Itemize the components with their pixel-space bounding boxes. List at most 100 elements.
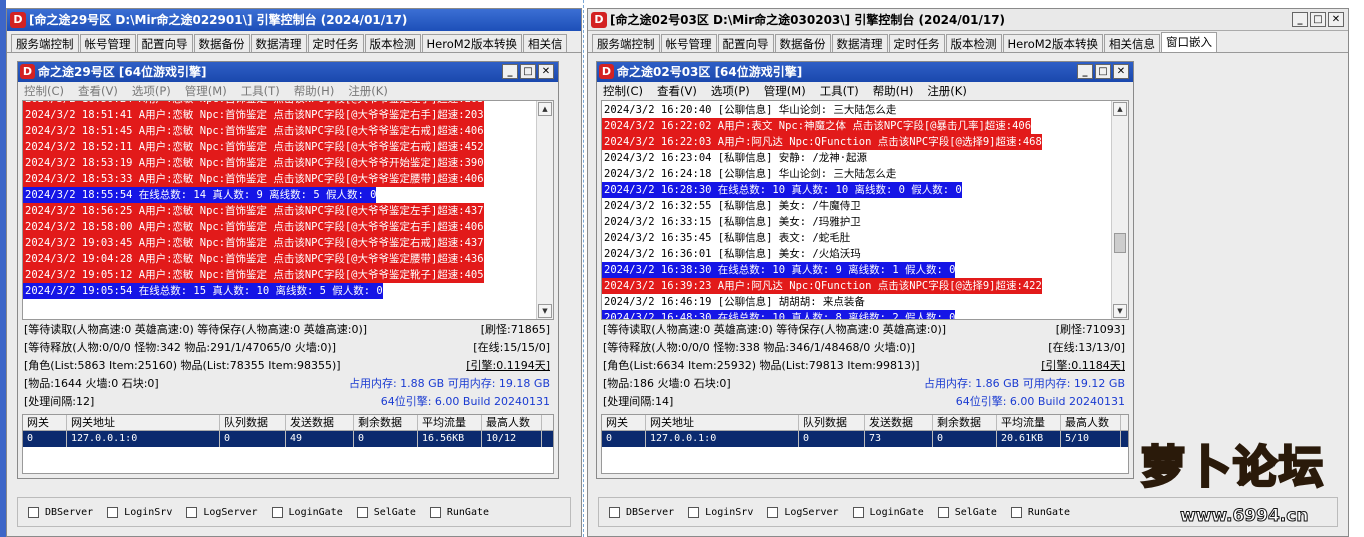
col-avg-traffic[interactable]: 平均流量: [997, 415, 1061, 430]
checkbox-icon[interactable]: [28, 506, 39, 518]
menu-manage[interactable]: 管理(M): [764, 82, 806, 100]
checkbox-icon[interactable]: [852, 506, 864, 518]
menu-tools[interactable]: 工具(T): [820, 82, 859, 100]
checkbox-icon[interactable]: [271, 506, 283, 518]
close-button[interactable]: ✕: [1328, 12, 1344, 27]
cell-gateway: 0: [23, 431, 67, 447]
scroll-thumb[interactable]: [1114, 233, 1126, 253]
check-selgate[interactable]: SelGate: [356, 506, 416, 518]
stat-monster-refresh: [刷怪:71865]: [480, 323, 550, 336]
tab-config-wizard[interactable]: 配置向导: [136, 34, 193, 52]
tab-cleanup[interactable]: 数据清理: [831, 34, 888, 52]
menu-register[interactable]: 注册(K): [927, 82, 967, 100]
log-scrollbar[interactable]: ▲ ▼: [1111, 101, 1128, 319]
check-rungate[interactable]: RunGate: [1010, 506, 1070, 518]
log-panel[interactable]: 2024/3/2 16:20:40 [公聊信息] 华山论剑: 三大陆怎么走 202…: [601, 100, 1129, 320]
tab-herom2-convert[interactable]: HeroM2版本转换: [421, 34, 522, 52]
tab-version-check[interactable]: 版本检测: [364, 34, 421, 52]
scroll-up-icon[interactable]: ▲: [1113, 102, 1127, 116]
checkbox-icon[interactable]: [767, 506, 779, 518]
tab-version-check[interactable]: 版本检测: [945, 34, 1002, 52]
check-dbserver[interactable]: DBServer: [609, 506, 674, 518]
menu-manage[interactable]: 管理(M): [185, 82, 227, 100]
minimize-button[interactable]: _: [1292, 12, 1308, 27]
checkbox-icon[interactable]: [937, 506, 949, 518]
tab-related-info[interactable]: 相关信息: [1103, 34, 1160, 52]
col-gateway-address[interactable]: 网关地址: [646, 415, 799, 430]
close-button[interactable]: ✕: [538, 64, 554, 79]
menu-register[interactable]: 注册(K): [348, 82, 388, 100]
table-row[interactable]: 0 127.0.0.1:0 0 73 0 20.61KB 5/10: [602, 431, 1128, 447]
minimize-button[interactable]: _: [502, 64, 518, 79]
log-panel[interactable]: 2024/3/2 18:50:24 A用户:恋敏 Npc:首饰鉴定 点击该NPC…: [22, 100, 554, 320]
scroll-up-icon[interactable]: ▲: [538, 102, 552, 116]
tab-server-control[interactable]: 服务端控制: [11, 34, 79, 52]
tab-scheduled[interactable]: 定时任务: [307, 34, 364, 52]
check-loginsrv[interactable]: LoginSrv: [107, 506, 172, 518]
maximize-button[interactable]: □: [1095, 64, 1111, 79]
menu-help[interactable]: 帮助(H): [873, 82, 914, 100]
tab-backup[interactable]: 数据备份: [774, 34, 831, 52]
col-remaining[interactable]: 剩余数据: [933, 415, 997, 430]
checkbox-icon[interactable]: [609, 506, 620, 518]
col-remaining[interactable]: 剩余数据: [354, 415, 418, 430]
log-scrollbar[interactable]: ▲ ▼: [536, 101, 553, 319]
scroll-down-icon[interactable]: ▼: [1113, 304, 1127, 318]
menu-options[interactable]: 选项(P): [132, 82, 171, 100]
tab-cleanup[interactable]: 数据清理: [250, 34, 307, 52]
col-gateway[interactable]: 网关: [23, 415, 67, 430]
menu-control[interactable]: 控制(C): [24, 82, 64, 100]
check-logingate[interactable]: LoginGate: [271, 506, 343, 518]
checkbox-icon[interactable]: [429, 506, 441, 518]
check-selgate[interactable]: SelGate: [937, 506, 997, 518]
tab-account[interactable]: 帐号管理: [79, 34, 136, 52]
menu-options[interactable]: 选项(P): [711, 82, 750, 100]
engine-title-bar[interactable]: D 命之途29号区 [64位游戏引擎] _ □ ✕: [18, 62, 558, 82]
check-dbserver[interactable]: DBServer: [28, 506, 93, 518]
window-title-bar[interactable]: D [命之途29号区 D:\Mir命之途022901\] 引擎控制台 (2024…: [7, 9, 581, 31]
maximize-button[interactable]: □: [520, 64, 536, 79]
window-title-bar[interactable]: D [命之途02号03区 D:\Mir命之途030203\] 引擎控制台 (20…: [588, 9, 1348, 31]
col-sent[interactable]: 发送数据: [286, 415, 354, 430]
stat-interval: [处理间隔:14]: [603, 395, 674, 408]
checkbox-icon[interactable]: [107, 506, 119, 518]
check-logingate[interactable]: LoginGate: [852, 506, 924, 518]
tab-window-embed[interactable]: 窗口嵌入: [1160, 32, 1217, 52]
menu-control[interactable]: 控制(C): [603, 82, 643, 100]
checkbox-icon[interactable]: [186, 506, 198, 518]
menu-view[interactable]: 查看(V): [78, 82, 118, 100]
col-gateway[interactable]: 网关: [602, 415, 646, 430]
close-button[interactable]: ✕: [1113, 64, 1129, 79]
checkbox-icon[interactable]: [688, 506, 700, 518]
col-queue[interactable]: 队列数据: [799, 415, 865, 430]
check-logserver[interactable]: LogServer: [186, 506, 258, 518]
engine-title-bar[interactable]: D 命之途02号03区 [64位游戏引擎] _ □ ✕: [597, 62, 1133, 82]
col-sent[interactable]: 发送数据: [865, 415, 933, 430]
check-rungate[interactable]: RunGate: [429, 506, 489, 518]
minimize-button[interactable]: _: [1077, 64, 1093, 79]
tab-scheduled[interactable]: 定时任务: [888, 34, 945, 52]
menu-view[interactable]: 查看(V): [657, 82, 697, 100]
tab-account[interactable]: 帐号管理: [660, 34, 717, 52]
col-max-users[interactable]: 最高人数: [482, 415, 542, 430]
col-max-users[interactable]: 最高人数: [1061, 415, 1121, 430]
table-row[interactable]: 0 127.0.0.1:0 0 49 0 16.56KB 10/12: [23, 431, 553, 447]
check-logserver[interactable]: LogServer: [767, 506, 839, 518]
col-queue[interactable]: 队列数据: [220, 415, 286, 430]
checkbox-icon[interactable]: [356, 506, 368, 518]
menu-tools[interactable]: 工具(T): [241, 82, 280, 100]
tab-server-control[interactable]: 服务端控制: [592, 34, 660, 52]
tab-related-info[interactable]: 相关信: [522, 34, 568, 52]
tab-backup[interactable]: 数据备份: [193, 34, 250, 52]
tab-herom2-convert[interactable]: HeroM2版本转换: [1002, 34, 1103, 52]
scroll-down-icon[interactable]: ▼: [538, 304, 552, 318]
check-loginsrv[interactable]: LoginSrv: [688, 506, 753, 518]
maximize-button[interactable]: □: [1310, 12, 1326, 27]
col-avg-traffic[interactable]: 平均流量: [418, 415, 482, 430]
log-line: 2024/3/2 18:50:24 A用户:恋敏 Npc:首饰鉴定 点击该NPC…: [23, 101, 484, 107]
tab-config-wizard[interactable]: 配置向导: [717, 34, 774, 52]
menu-help[interactable]: 帮助(H): [294, 82, 335, 100]
col-gateway-address[interactable]: 网关地址: [67, 415, 220, 430]
checkbox-icon[interactable]: [1010, 506, 1022, 518]
engine-console-window-02: D [命之途02号03区 D:\Mir命之途030203\] 引擎控制台 (20…: [587, 8, 1349, 537]
